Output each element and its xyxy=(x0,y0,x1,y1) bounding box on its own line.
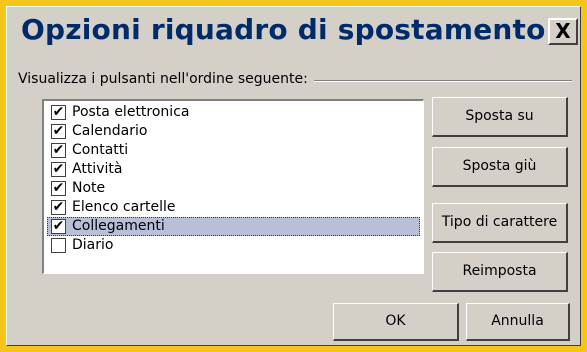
move-down-label: Sposta giù xyxy=(462,158,537,174)
checkbox[interactable]: ✔ xyxy=(51,105,66,120)
list-item-collegamenti[interactable]: ✔ Collegamenti xyxy=(47,217,420,236)
list-item-attivita[interactable]: ✔ Attività xyxy=(47,160,420,179)
checkbox[interactable]: ✔ xyxy=(51,143,66,158)
title-bar: Opzioni riquadro di spostamento xyxy=(9,9,578,53)
move-down-button[interactable]: Sposta giù xyxy=(432,147,568,187)
list-item-posta-elettronica[interactable]: ✔ Posta elettronica xyxy=(47,103,420,122)
list-item-note[interactable]: ✔ Note xyxy=(47,179,420,198)
checkbox[interactable]: ✔ xyxy=(51,200,66,215)
ok-button[interactable]: OK xyxy=(333,303,459,341)
list-item-label: Elenco cartelle xyxy=(72,199,176,215)
list-item-elenco-cartelle[interactable]: ✔ Elenco cartelle xyxy=(47,198,420,217)
list-item-label: Calendario xyxy=(72,123,148,139)
list-item-contatti[interactable]: ✔ Contatti xyxy=(47,141,420,160)
list-item-label: Collegamenti xyxy=(72,218,165,234)
buttons-order-list[interactable]: ✔ Posta elettronica ✔ Calendario ✔ Conta… xyxy=(42,99,424,274)
list-item-calendario[interactable]: ✔ Calendario xyxy=(47,122,420,141)
cancel-label: Annulla xyxy=(491,313,544,329)
checkbox[interactable] xyxy=(51,238,66,253)
move-up-label: Sposta su xyxy=(465,108,534,124)
list-item-label: Note xyxy=(72,180,106,196)
reset-button[interactable]: Reimposta xyxy=(432,252,568,292)
checkbox[interactable]: ✔ xyxy=(51,124,66,139)
dialog-title: Opzioni riquadro di spostamento xyxy=(21,13,546,46)
navigation-pane-options-dialog: Opzioni riquadro di spostamento X Visual… xyxy=(6,6,581,346)
move-up-button[interactable]: Sposta su xyxy=(432,97,568,137)
close-button[interactable]: X xyxy=(548,18,578,45)
list-item-label: Contatti xyxy=(72,142,129,158)
list-item-diario[interactable]: Diario xyxy=(47,236,420,255)
ok-label: OK xyxy=(385,313,406,329)
font-button[interactable]: Tipo di carattere xyxy=(432,203,568,243)
cancel-button[interactable]: Annulla xyxy=(466,303,570,341)
outer-frame: Opzioni riquadro di spostamento X Visual… xyxy=(0,0,587,352)
checkbox[interactable]: ✔ xyxy=(51,219,66,234)
font-label: Tipo di carattere xyxy=(441,214,558,230)
checkbox[interactable]: ✔ xyxy=(51,162,66,177)
checkbox[interactable]: ✔ xyxy=(51,181,66,196)
reset-label: Reimposta xyxy=(462,263,537,279)
list-item-label: Diario xyxy=(72,237,114,253)
group-label: Visualizza i pulsanti nell'ordine seguen… xyxy=(18,71,314,87)
list-item-label: Attività xyxy=(72,161,123,177)
list-item-label: Posta elettronica xyxy=(72,104,190,120)
